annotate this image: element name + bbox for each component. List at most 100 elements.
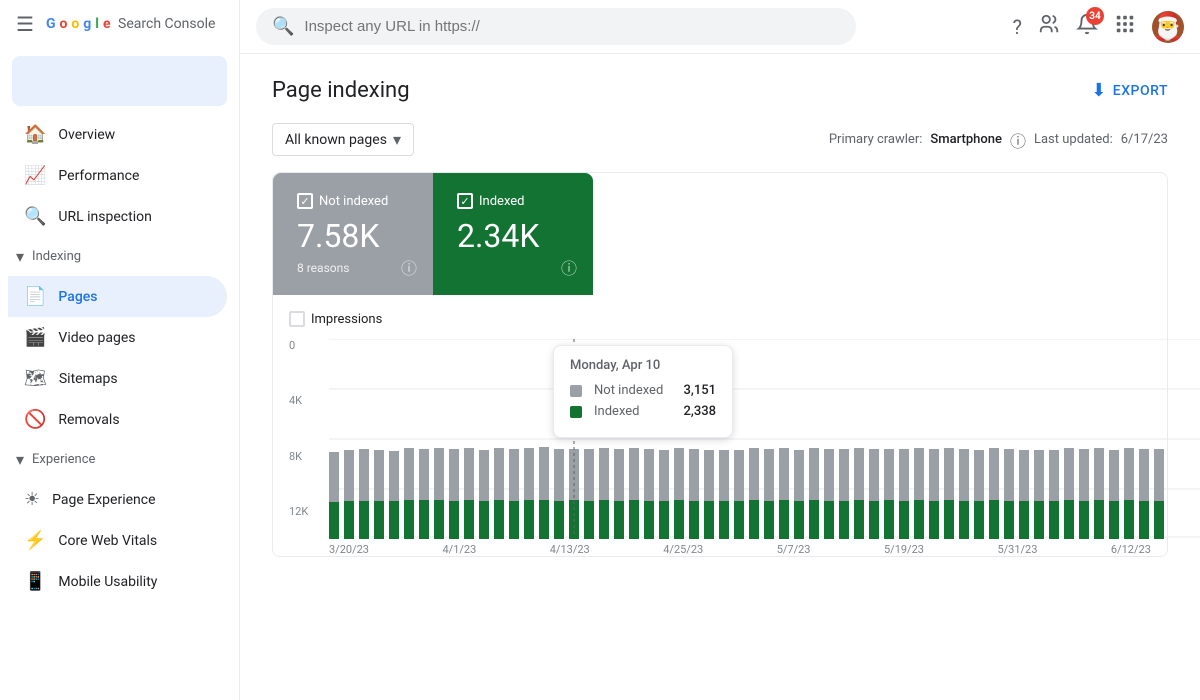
- menu-icon[interactable]: ☰: [16, 12, 34, 36]
- x-label: 4/25/23: [663, 543, 703, 556]
- sidebar-item-performance[interactable]: 📈 Performance: [8, 155, 227, 196]
- chart-area: Impressions Monday, Apr 10 Not indexed 3…: [273, 295, 1167, 556]
- info-icon[interactable]: ⓘ: [1010, 128, 1026, 152]
- accounts-icon[interactable]: [1038, 13, 1060, 40]
- tooltip-indexed-label: Indexed: [594, 404, 676, 419]
- indexed-card: ✓ Indexed 2.34K ⓘ: [433, 173, 593, 295]
- sidebar-item-mobile-usability[interactable]: 📱 Mobile Usability: [8, 561, 227, 602]
- sidebar-item-video-pages[interactable]: 🎬 Video pages: [8, 317, 227, 358]
- legend-label: Impressions: [311, 312, 382, 327]
- filter-row: All known pages ▾ Primary crawler: Smart…: [272, 123, 1168, 156]
- logo: Google Search Console: [46, 16, 215, 32]
- x-label: 4/1/23: [442, 543, 476, 556]
- notification-count: 34: [1086, 7, 1104, 25]
- x-label: 5/19/23: [884, 543, 924, 556]
- tooltip-not-indexed-value: 3,151: [684, 383, 716, 398]
- page-header: Page indexing ⬇ EXPORT: [272, 78, 1168, 103]
- y-label: 12K: [289, 505, 329, 518]
- mobile-icon: 📱: [24, 571, 46, 592]
- indexed-header: ✓ Indexed: [457, 193, 569, 209]
- sidebar: ☰ Google Search Console 🏠 Overview 📈 Per…: [0, 0, 240, 700]
- video-icon: 🎬: [24, 327, 46, 348]
- chart-tooltip: Monday, Apr 10 Not indexed 3,151 Indexed…: [553, 345, 733, 438]
- indexing-section-label[interactable]: ▾ Indexing: [0, 237, 239, 276]
- sidebar-item-page-experience[interactable]: ☀ Page Experience: [8, 479, 227, 520]
- primary-crawler-label: Primary crawler:: [829, 132, 923, 147]
- sidebar-item-overview[interactable]: 🏠 Overview: [8, 114, 227, 155]
- topbar-icons: ? 34 🎅: [1013, 11, 1184, 43]
- topbar: 🔍 ? 34 🎅: [240, 0, 1200, 54]
- home-icon: 🏠: [24, 124, 46, 145]
- property-selector[interactable]: [12, 56, 227, 106]
- page-experience-icon: ☀: [24, 489, 40, 510]
- sidebar-item-removals[interactable]: 🚫 Removals: [8, 399, 227, 440]
- sitemaps-icon: 🗺: [24, 368, 47, 389]
- chart-bars: [329, 447, 1164, 539]
- stat-cards: ✓ Not indexed 7.58K 8 reasons ⓘ ✓ Indexe…: [273, 173, 1167, 295]
- main-content: 🔍 ? 34 🎅 Page indexing ⬇ EX: [240, 0, 1200, 700]
- avatar[interactable]: 🎅: [1152, 11, 1184, 43]
- sidebar-item-pages[interactable]: 📄 Pages: [8, 276, 227, 317]
- sidebar-item-core-web-vitals[interactable]: ⚡ Core Web Vitals: [8, 520, 227, 561]
- indexed-checkbox[interactable]: ✓: [457, 193, 473, 209]
- search-bar[interactable]: 🔍: [256, 8, 856, 45]
- not-indexed-header: ✓ Not indexed: [297, 193, 409, 209]
- sidebar-item-label: Page Experience: [52, 492, 155, 508]
- tooltip-row-not-indexed: Not indexed 3,151: [570, 383, 716, 398]
- export-button[interactable]: ⬇ EXPORT: [1091, 80, 1168, 101]
- legend-impressions[interactable]: Impressions: [289, 311, 382, 327]
- tooltip-not-indexed-label: Not indexed: [594, 383, 676, 398]
- not-indexed-sub: 8 reasons: [297, 261, 409, 275]
- removals-icon: 🚫: [24, 409, 46, 430]
- experience-section-label[interactable]: ▾ Experience: [0, 440, 239, 479]
- tooltip-row-indexed: Indexed 2,338: [570, 404, 716, 419]
- search-icon: 🔍: [272, 16, 294, 37]
- y-label: 8K: [289, 450, 329, 463]
- filter-dropdown[interactable]: All known pages ▾: [272, 123, 414, 156]
- sidebar-header: ☰ Google Search Console: [0, 0, 239, 48]
- sidebar-item-label: Core Web Vitals: [58, 533, 157, 549]
- bar-chart: [329, 339, 1200, 539]
- y-label: 0: [289, 339, 329, 352]
- tooltip-date: Monday, Apr 10: [570, 358, 716, 373]
- apps-icon[interactable]: [1114, 13, 1136, 40]
- page-title: Page indexing: [272, 78, 410, 103]
- indexing-section: ▾ Indexing 📄 Pages 🎬 Video pages 🗺 Sitem…: [0, 237, 239, 440]
- primary-crawler-value: Smartphone: [930, 132, 1002, 147]
- indexed-dot: [570, 406, 582, 418]
- sidebar-item-label: Pages: [58, 289, 97, 305]
- download-icon: ⬇: [1091, 80, 1107, 101]
- core-web-vitals-icon: ⚡: [24, 530, 46, 551]
- chevron-down-icon: ▾: [16, 247, 24, 266]
- sidebar-item-label: URL inspection: [58, 209, 151, 225]
- help-icon[interactable]: ⓘ: [561, 255, 577, 279]
- sidebar-item-label: Overview: [58, 127, 115, 143]
- pages-icon: 📄: [24, 286, 46, 307]
- experience-subnav: ☀ Page Experience ⚡ Core Web Vitals 📱 Mo…: [0, 479, 239, 602]
- search-input[interactable]: [304, 18, 840, 35]
- sidebar-item-label: Performance: [58, 168, 139, 184]
- experience-section: ▾ Experience ☀ Page Experience ⚡ Core We…: [0, 440, 239, 602]
- not-indexed-label: Not indexed: [319, 194, 388, 209]
- y-label: 4K: [289, 394, 329, 407]
- x-label: 5/31/23: [997, 543, 1037, 556]
- nav-main: 🏠 Overview 📈 Performance 🔍 URL inspectio…: [0, 114, 239, 237]
- x-label: 5/7/23: [777, 543, 811, 556]
- x-label: 6/12/23: [1111, 543, 1151, 556]
- sidebar-item-url-inspection[interactable]: 🔍 URL inspection: [8, 196, 227, 237]
- not-indexed-card: ✓ Not indexed 7.58K 8 reasons ⓘ: [273, 173, 433, 295]
- help-icon[interactable]: ⓘ: [401, 255, 417, 279]
- filter-label: All known pages: [285, 132, 387, 148]
- performance-icon: 📈: [24, 165, 46, 186]
- impressions-checkbox[interactable]: [289, 311, 305, 327]
- chart-legend: Impressions: [289, 311, 1151, 327]
- section-label: Experience: [32, 452, 95, 467]
- sidebar-item-label: Sitemaps: [59, 371, 118, 387]
- not-indexed-checkbox[interactable]: ✓: [297, 193, 313, 209]
- sidebar-item-sitemaps[interactable]: 🗺 Sitemaps: [8, 358, 227, 399]
- notifications-icon[interactable]: 34: [1076, 13, 1098, 40]
- not-indexed-value: 7.58K: [297, 217, 409, 255]
- y-axis-labels: 12K 8K 4K 0: [289, 339, 329, 526]
- last-updated-label: Last updated:: [1034, 132, 1113, 147]
- help-icon[interactable]: ?: [1013, 15, 1022, 39]
